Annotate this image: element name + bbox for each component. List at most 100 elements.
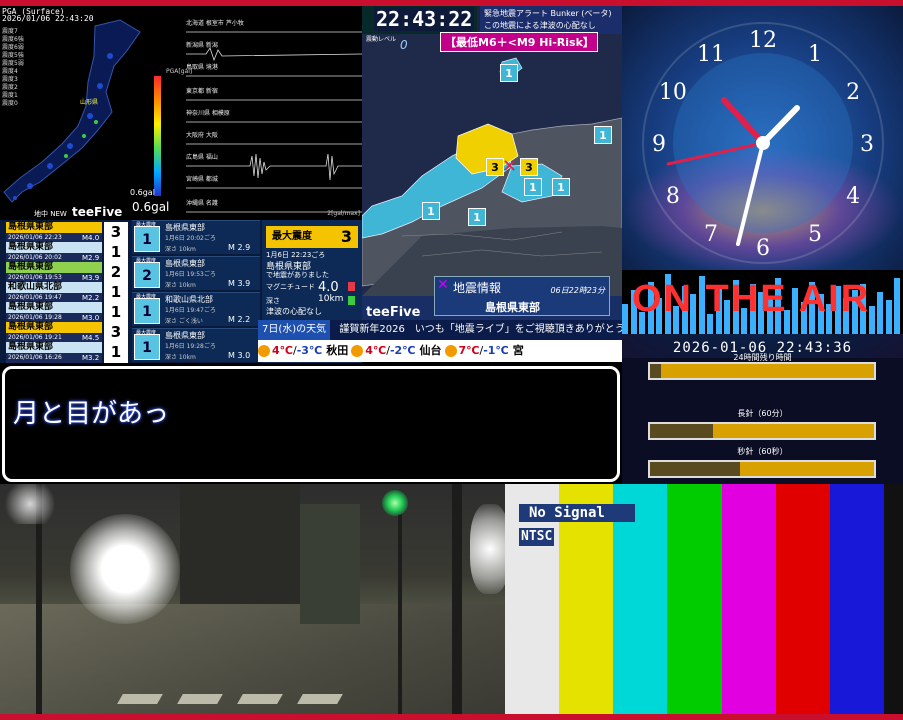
card-time: 1月6日 20:02ごろ [165,235,216,242]
day-remaining-bar [648,362,876,380]
temp-low: -3℃ [296,344,323,357]
clock-numeral: 7 [704,222,718,247]
top-line-1: 緊急地震アラート Bunker (ベータ) [484,9,612,18]
station-label: 広島県 福山 [186,154,218,161]
clock-numeral: 8 [666,184,680,209]
temp-high: 4℃ [272,344,293,357]
eq-place: 和歌山県北部 [6,282,102,293]
eq-history-row: 島根県東部 2026/01/06 19:21 M4.5 3 [4,322,128,344]
weather-city: 仙台 [419,344,442,357]
station-label: 新潟県 新潟 [186,42,218,49]
clock-numeral: 1 [808,42,822,67]
eq-intensity: 3 [104,322,128,343]
clock-numeral: 2 [846,80,860,105]
station-label: 東京都 新宿 [186,88,218,95]
intensity-marker: 3 [520,158,538,176]
waveform-list: 北海道 根室市 芦小牧 新潟県 新潟 鳥取県 境港 東京都 新宿 神奈川県 相模… [186,16,362,220]
crosswalk-stripe [177,694,223,704]
ntsc-label: NTSC [519,528,555,546]
depth-label: 深さ [266,297,280,305]
intensity-marker: 1 [524,178,542,196]
temp-high: 7℃ [458,344,480,357]
crosswalk-stripe [297,694,343,704]
eq-history-row: 島根県東部 2026/01/06 19:28 M3.0 1 [4,302,128,324]
eq-intensity: 2 [104,262,128,283]
temp-low: -1℃ [483,344,509,357]
magnitude-label: マグニチュード [266,283,315,291]
clock-numeral: 3 [860,132,874,157]
card-magnitude: M 3.9 [228,279,251,288]
news-ticker: 7日(水)の天気 謹賀新年2026 いつも「地震ライブ」をご視聴頂きありがとうご… [258,320,622,362]
station-label: 沖縄県 名護 [186,200,218,207]
legend-item: 震度4 [2,68,18,75]
eq-info-date: 06日22時23分 [550,286,605,295]
clock-numeral: 6 [756,236,770,261]
map-label: 地中 NEW [34,210,67,218]
analog-clock: 12 12 3 45 6 78 9 10 11 [642,22,884,264]
intensity-badge: 1 [134,334,160,360]
clock-numeral: 10 [659,80,687,105]
no-signal-label: No Signal [519,504,635,522]
intensity-marker: 1 [594,126,612,144]
equalizer-bar [885,300,892,334]
map-clock: 22:43:22 [374,7,475,31]
weather-city: 秋田 [326,344,349,357]
eq-magnitude: M3.2 [82,354,100,362]
gal-main-value: 0.6gal [132,200,170,214]
eq-card: 最大震度 2 島根県東部 1月6日 19:53ごろ 深さ 10km M 3.9 [132,256,260,290]
legend-item: 震度5弱 [2,60,24,67]
clock-numeral: 12 [749,28,777,53]
level-value: 0 [400,38,408,52]
map-top-info: 緊急地震アラート Bunker (ベータ) この地震による津波の心配なし [480,6,622,34]
forecast-day: 7日(水)の天気 [258,320,331,340]
legend-item: 震度2 [2,84,18,91]
eq-history-row: 島根県東部 2026/01/06 19:53 M3.9 2 [4,262,128,284]
card-depth: 深さ 10km [165,282,196,289]
eq-intensity: 1 [104,282,128,303]
eq-place: 島根県東部 [6,262,102,273]
headlight-glare [70,514,180,624]
on-air-title: ON THE AIR [632,278,871,320]
temp-low: -2℃ [389,344,416,357]
card-depth: 深さ 10km [165,246,196,253]
svg-text:山形県: 山形県 [80,98,98,106]
intensity-marker: 1 [552,178,570,196]
color-bar [667,484,722,714]
time-remaining-area: . 24時間残り時間 長針（60分） 秒針（60秒） [622,353,903,484]
intensity-badge: 2 [134,262,160,288]
eq-card: 最大震度 1 島根県東部 1月6日 19:28ごろ 深さ 10km M 3.0 [132,328,260,362]
caption-text: 月と目があっ [13,399,170,429]
card-depth: 深さ ごく浅い [165,318,203,325]
weather-item: 仙台 7℃/-1℃ [420,340,509,362]
card-magnitude: M 2.2 [228,315,251,324]
remain-label: 24時間残り時間 [733,353,792,362]
legend-item: 震度0 [2,100,18,107]
card-depth: 深さ 10km [165,354,196,361]
seismo-date: 2026/01/06 22:43:20 [2,14,94,23]
sun-icon [444,345,457,357]
legend-item: 震度6弱 [2,44,24,51]
eq-intensity: 1 [104,302,128,323]
on-air-banner: ON THE AIR [622,270,903,334]
sun-icon [351,345,364,357]
crosswalk-stripe [117,694,163,704]
legend-item: 震度5強 [2,52,24,59]
color-bar [721,484,776,714]
weather-item: 宮 [513,340,527,362]
max-intensity-label: 最大震度 [272,231,312,242]
eq-info-place: 島根県東部 [485,301,540,314]
station-label: 宮崎県 都城 [186,176,218,183]
eq-place: 島根県東部 [6,242,102,253]
eq-place: 島根県東部 [6,342,102,353]
weather-item: 4℃/-3℃ [258,340,322,362]
building [300,504,360,624]
equalizer-bar [894,278,900,334]
tsunami-note: 津波の心配なし [266,307,322,316]
clock-numeral: 5 [808,222,822,247]
color-bar [829,484,885,714]
level-label: 震動レベル [366,36,397,43]
station-label: 鳥取県 境港 [186,64,218,71]
weather-city: 宮 [512,344,524,357]
light-glare [470,504,505,594]
eq-history-row: 島根県東部 2026/01/06 16:26 M3.2 1 [4,342,128,364]
